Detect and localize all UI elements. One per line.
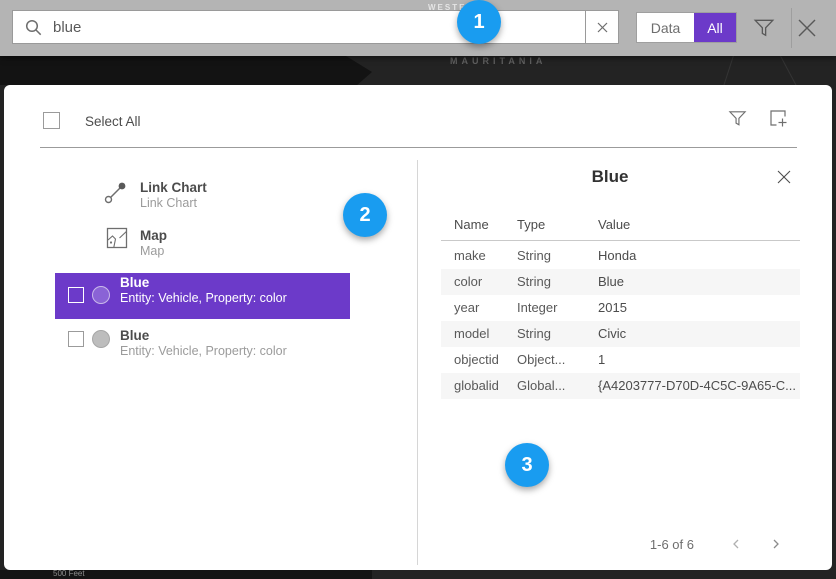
- panel-split-divider: [417, 160, 418, 565]
- cell-name: model: [454, 321, 489, 347]
- pagination-previous-icon[interactable]: [730, 537, 742, 555]
- filter-icon[interactable]: [753, 17, 775, 44]
- toggle-all-option[interactable]: All: [694, 13, 736, 42]
- list-item-blue-title[interactable]: Blue: [120, 328, 149, 343]
- cell-value: Honda: [598, 243, 636, 269]
- app-window: MAURITANIA 500 Feet WESTER blue Data All…: [0, 0, 836, 579]
- attribute-table-header: Name Type Value: [441, 217, 800, 237]
- map-border-line: [723, 55, 734, 88]
- list-item-link-chart-subtitle: Link Chart: [140, 196, 197, 210]
- map-border-line: [780, 56, 797, 86]
- results-filter-icon[interactable]: [728, 109, 747, 133]
- attribute-table: make String Honda color String Blue year…: [441, 243, 800, 399]
- cell-value: {A4203777-D70D-4C5C-9A65-C...: [598, 373, 796, 399]
- cell-type: Object...: [517, 347, 565, 373]
- cell-type: String: [517, 269, 551, 295]
- list-item-map-subtitle: Map: [140, 244, 164, 258]
- detail-close-icon[interactable]: [776, 169, 792, 190]
- list-item-blue-selected-subtitle: Entity: Vehicle, Property: color: [120, 291, 287, 305]
- table-header-divider: [441, 240, 800, 241]
- callout-1-badge: 1: [457, 0, 501, 44]
- clear-search-button[interactable]: [585, 11, 618, 43]
- map-label-mauritania: MAURITANIA: [450, 56, 546, 66]
- panel-header-divider: [40, 147, 797, 148]
- cell-value: 2015: [598, 295, 627, 321]
- pagination-label: 1-6 of 6: [562, 537, 694, 552]
- search-input[interactable]: blue: [12, 10, 619, 44]
- search-toolbar: WESTER blue Data All: [0, 0, 836, 56]
- detail-title: Blue: [420, 167, 800, 187]
- select-all-label: Select All: [85, 114, 141, 129]
- table-row: color String Blue: [441, 269, 800, 295]
- column-header-name: Name: [454, 217, 489, 232]
- blue-selected-checkbox[interactable]: [68, 287, 84, 303]
- column-header-value: Value: [598, 217, 630, 232]
- cell-type: String: [517, 243, 551, 269]
- table-row: globalid Global... {A4203777-D70D-4C5C-9…: [441, 373, 800, 399]
- cell-name: make: [454, 243, 486, 269]
- add-to-selection-icon[interactable]: [768, 108, 788, 133]
- cell-name: objectid: [454, 347, 499, 373]
- callout-2-badge: 2: [343, 193, 387, 237]
- search-scope-toggle: Data All: [636, 12, 737, 43]
- table-row: year Integer 2015: [441, 295, 800, 321]
- search-value: blue: [53, 19, 81, 36]
- list-item-map-title[interactable]: Map: [140, 228, 167, 243]
- cell-value: Blue: [598, 269, 624, 295]
- table-row: model String Civic: [441, 321, 800, 347]
- search-icon: [13, 19, 53, 36]
- search-results-panel: Select All Link Chart Link Chart Map Map…: [4, 85, 832, 570]
- toolbar-divider: [791, 8, 792, 48]
- link-chart-icon: [103, 179, 129, 210]
- list-item-blue-subtitle: Entity: Vehicle, Property: color: [120, 344, 287, 358]
- cell-type: Global...: [517, 373, 565, 399]
- map-scale-text: 500 Feet: [53, 569, 85, 578]
- column-header-type: Type: [517, 217, 545, 232]
- entity-dot-icon: [92, 286, 110, 304]
- select-all-checkbox[interactable]: [43, 112, 60, 129]
- list-item-blue-selected-title[interactable]: Blue: [120, 275, 149, 290]
- cell-name: year: [454, 295, 479, 321]
- cell-type: String: [517, 321, 551, 347]
- cell-name: color: [454, 269, 482, 295]
- cell-value: 1: [598, 347, 605, 373]
- close-search-icon[interactable]: [795, 16, 819, 45]
- entity-dot-icon: [92, 330, 110, 348]
- blue-checkbox[interactable]: [68, 331, 84, 347]
- table-row: make String Honda: [441, 243, 800, 269]
- callout-3-badge: 3: [505, 443, 549, 487]
- cell-value: Civic: [598, 321, 626, 347]
- cell-name: globalid: [454, 373, 499, 399]
- cell-type: Integer: [517, 295, 557, 321]
- pagination-next-icon[interactable]: [770, 537, 782, 555]
- toggle-data-option[interactable]: Data: [637, 13, 694, 42]
- map-land-region: [0, 56, 372, 85]
- table-row: objectid Object... 1: [441, 347, 800, 373]
- list-item-link-chart-title[interactable]: Link Chart: [140, 180, 207, 195]
- map-icon: [106, 227, 128, 254]
